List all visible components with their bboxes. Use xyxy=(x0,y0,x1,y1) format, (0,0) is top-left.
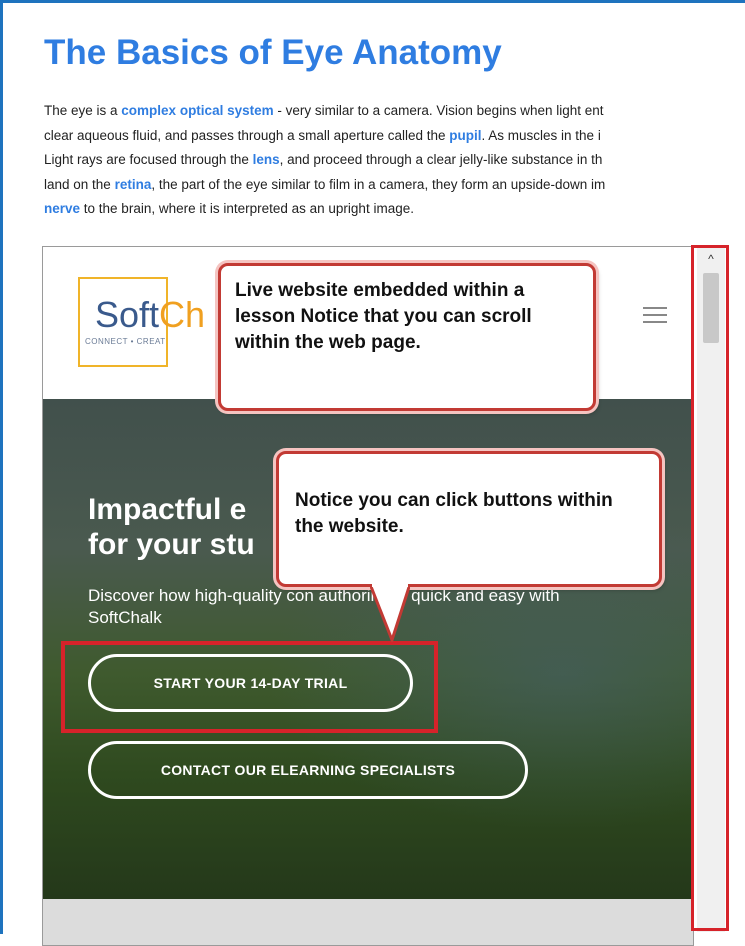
glossary-link[interactable]: nerve xyxy=(44,201,80,216)
hero-subtext: Discover how high-quality con authoring … xyxy=(88,586,560,627)
paragraph-text: to the brain, where it is interpreted as… xyxy=(80,201,414,216)
trial-button-highlight-box xyxy=(61,641,438,733)
paragraph-line: The eye is a complex optical system - ve… xyxy=(44,99,744,124)
site-content-strip xyxy=(43,899,693,945)
paragraph-text: The eye is a xyxy=(44,103,122,118)
hamburger-menu-icon[interactable] xyxy=(643,307,667,325)
paragraph-text: Light rays are focused through the xyxy=(44,152,253,167)
paragraph-text: , the part of the eye similar to film in… xyxy=(151,176,606,192)
paragraph-text: . As muscles in the i xyxy=(481,127,601,143)
glossary-link[interactable]: retina xyxy=(115,177,152,192)
logo-text-chalk: Ch xyxy=(159,294,206,335)
paragraph-line: land on the retina, the part of the eye … xyxy=(44,173,744,198)
lesson-paragraph: The eye is a complex optical system - ve… xyxy=(44,99,744,222)
paragraph-line: clear aqueous fluid, and passes through … xyxy=(44,124,744,149)
logo-text-soft: Soft xyxy=(95,294,160,335)
callout-scroll-note: Live website embedded within a lesson No… xyxy=(218,263,596,411)
glossary-link[interactable]: complex optical system xyxy=(121,103,273,118)
glossary-link[interactable]: pupil xyxy=(449,128,481,143)
page-title: The Basics of Eye Anatomy xyxy=(44,33,502,72)
paragraph-text: clear aqueous fluid, and passes through … xyxy=(44,127,450,143)
hero-heading: Impactful e for your stu xyxy=(88,493,255,561)
paragraph-text: , and proceed through a clear jelly-like… xyxy=(279,152,603,167)
callout-click-note: Notice you can click buttons within the … xyxy=(276,451,662,587)
paragraph-line: Light rays are focused through the lens,… xyxy=(44,148,744,173)
scrollbar-highlight-box xyxy=(691,245,729,931)
softchalk-logo[interactable]: SoftCh xyxy=(95,294,205,336)
paragraph-text: - very similar to a camera. Vision begin… xyxy=(273,103,604,118)
glossary-link[interactable]: lens xyxy=(253,152,280,167)
contact-specialists-button[interactable]: CONTACT OUR ELEARNING SPECIALISTS xyxy=(88,741,528,799)
paragraph-text: land on the xyxy=(44,176,115,192)
logo-tagline: CONNECT • CREAT xyxy=(85,337,166,346)
paragraph-line: nerve to the brain, where it is interpre… xyxy=(44,197,744,222)
callout-pointer-icon xyxy=(370,584,410,642)
